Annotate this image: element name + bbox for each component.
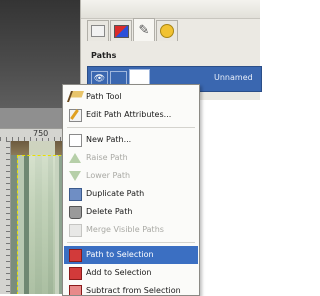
tab-paths[interactable]: ✎ (133, 18, 155, 41)
channels-tab-icon (113, 24, 129, 38)
new-path-icon (69, 134, 82, 147)
merge-visible-icon (69, 224, 82, 237)
menu-item-delete-path[interactable]: Delete Path (64, 203, 198, 221)
dock-header-bar (81, 0, 260, 19)
menu-item-merge-visible-paths: Merge Visible Paths (64, 221, 198, 239)
menu-item-label: Edit Path Attributes... (86, 110, 172, 119)
edit-attributes-icon (69, 109, 82, 122)
paths-tab-icon: ✎ (138, 22, 150, 38)
raise-path-icon (69, 153, 81, 163)
add-to-selection-icon (69, 267, 82, 280)
menu-item-label: Path Tool (86, 92, 122, 101)
menu-separator (67, 127, 195, 128)
menu-item-path-to-selection[interactable]: Path to Selection (64, 246, 198, 264)
menu-item-label: Delete Path (86, 207, 133, 216)
menu-item-label: Add to Selection (86, 268, 152, 277)
subtract-from-selection-icon (69, 285, 82, 295)
ruler-tick-label: 750 (32, 129, 50, 138)
tab-channels[interactable] (110, 20, 132, 41)
menu-item-label: Path to Selection (86, 250, 154, 259)
menu-item-label: Raise Path (86, 153, 128, 162)
menu-item-label: Merge Visible Paths (86, 225, 164, 234)
dock-tab-bar: ✎ (87, 18, 178, 44)
path-to-selection-icon (69, 249, 82, 262)
vertical-ruler[interactable] (0, 141, 11, 294)
menu-item-new-path[interactable]: New Path... (64, 131, 198, 149)
menu-separator (67, 242, 195, 243)
lower-path-icon (69, 171, 81, 181)
duplicate-path-icon (69, 188, 82, 201)
paths-panel-title: Paths (91, 51, 117, 60)
layers-tab-icon (91, 25, 105, 37)
menu-item-lower-path: Lower Path (64, 167, 198, 185)
menu-item-label: New Path... (86, 135, 132, 144)
delete-path-icon (69, 206, 82, 219)
menu-item-label: Lower Path (86, 171, 131, 180)
menu-item-label: Duplicate Path (86, 189, 145, 198)
menu-item-edit-path-attributes[interactable]: Edit Path Attributes... (64, 106, 198, 124)
path-tool-icon (66, 91, 85, 102)
menu-item-duplicate-path[interactable]: Duplicate Path (64, 185, 198, 203)
menu-item-add-to-selection[interactable]: Add to Selection (64, 264, 198, 282)
tab-layers[interactable] (87, 20, 109, 41)
menu-item-raise-path: Raise Path (64, 149, 198, 167)
path-name[interactable]: Unnamed (214, 73, 253, 82)
menu-item-path-tool[interactable]: Path Tool (64, 88, 198, 106)
paths-context-menu: Path Tool Edit Path Attributes... New Pa… (62, 84, 200, 296)
tab-undo-history[interactable] (156, 20, 178, 41)
undo-history-tab-icon (160, 24, 174, 38)
